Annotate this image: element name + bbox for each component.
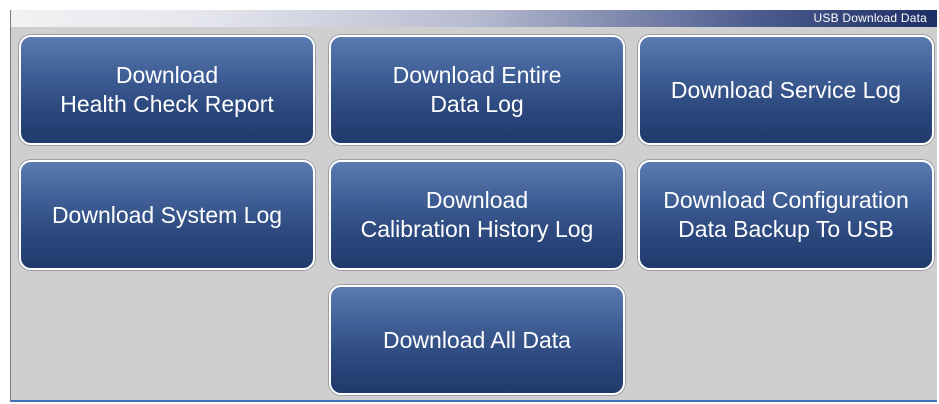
download-health-check-report-button[interactable]: Download Health Check Report <box>19 35 315 145</box>
download-system-log-button[interactable]: Download System Log <box>19 160 315 270</box>
page-title: USB Download Data <box>813 11 927 25</box>
download-service-log-button[interactable]: Download Service Log <box>638 35 934 145</box>
title-bar: USB Download Data <box>11 10 937 27</box>
usb-download-screen: USB Download Data Download Health Check … <box>0 0 939 404</box>
download-entire-data-log-button[interactable]: Download Entire Data Log <box>329 35 625 145</box>
download-configuration-backup-label: Download Configuration Data Backup To US… <box>663 187 909 242</box>
download-health-check-report-label: Download Health Check Report <box>60 62 274 117</box>
download-system-log-label: Download System Log <box>51 201 283 228</box>
download-all-data-label: Download All Data <box>383 326 571 353</box>
download-service-log-label: Download Service Log <box>670 76 902 103</box>
download-entire-data-log-label: Download Entire Data Log <box>392 62 562 117</box>
download-all-data-button[interactable]: Download All Data <box>329 285 625 395</box>
download-calibration-history-log-button[interactable]: Download Calibration History Log <box>329 160 625 270</box>
download-configuration-backup-button[interactable]: Download Configuration Data Backup To US… <box>638 160 934 270</box>
download-calibration-history-log-label: Download Calibration History Log <box>360 187 594 242</box>
